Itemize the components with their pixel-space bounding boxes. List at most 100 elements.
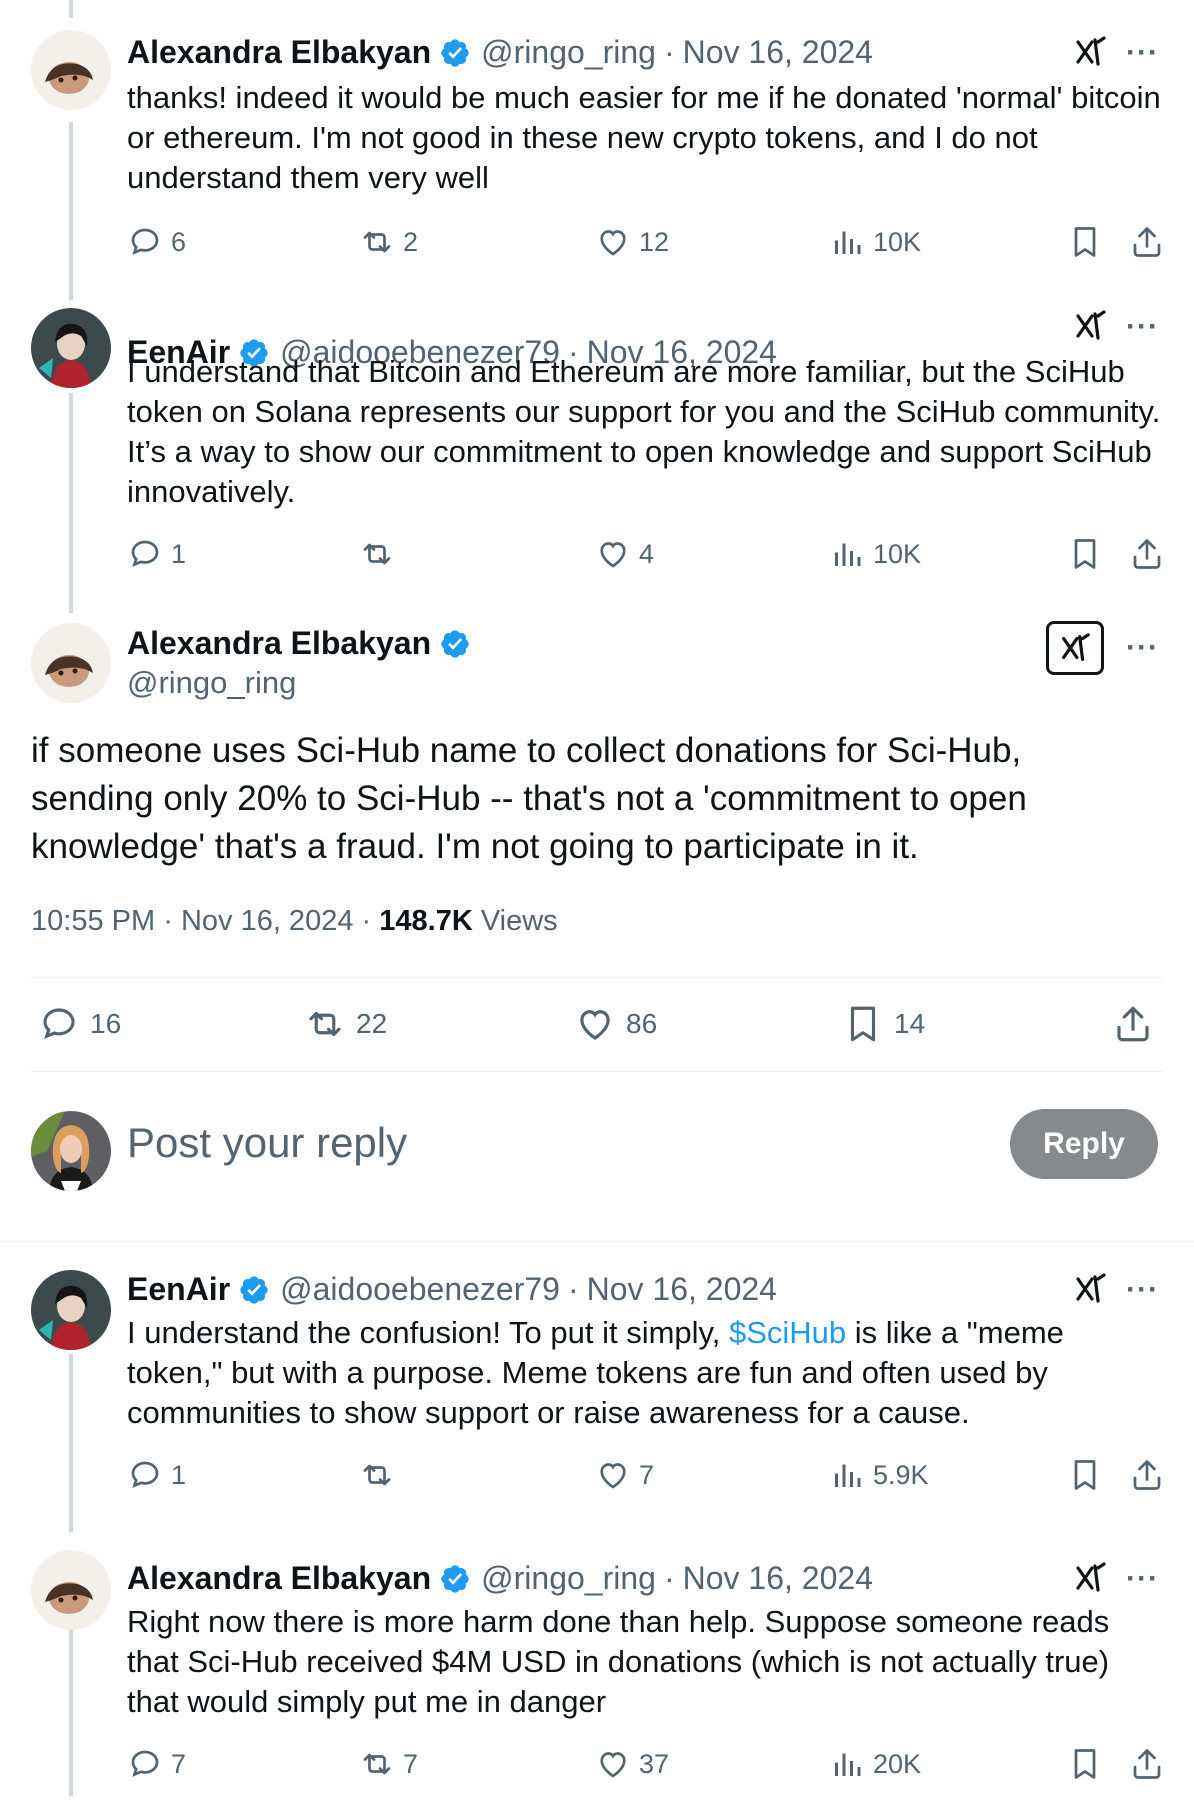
avatar[interactable]: [31, 30, 111, 110]
views-count: 10K: [873, 226, 922, 257]
grok-icon[interactable]: [1072, 34, 1108, 70]
like-action[interactable]: 86: [574, 1003, 657, 1045]
current-user-avatar[interactable]: [31, 1111, 111, 1191]
conversation-thread: Alexandra Elbakyan @ringo_ring · Nov 16,…: [0, 0, 1194, 1806]
views-count: 148.7K: [379, 905, 473, 937]
reply-button[interactable]: Reply: [1010, 1109, 1158, 1179]
author-handle[interactable]: @ringo_ring: [481, 1560, 656, 1597]
views-action[interactable]: 10K: [829, 224, 921, 260]
reply-action[interactable]: 16: [38, 1003, 121, 1045]
heart-icon: [600, 230, 626, 256]
reply-action[interactable]: 1: [127, 1457, 186, 1493]
reply-count: 7: [171, 1748, 187, 1779]
bookmark-action[interactable]: 14: [842, 1003, 925, 1045]
views-action[interactable]: 20K: [829, 1746, 921, 1782]
verified-badge-icon: [441, 38, 469, 67]
author-name[interactable]: Alexandra Elbakyan: [127, 625, 431, 662]
like-count: 37: [639, 1748, 670, 1779]
share-action[interactable]: [1129, 1746, 1173, 1782]
heart-icon: [580, 1010, 610, 1040]
views-count: 20K: [873, 1748, 922, 1779]
views-action[interactable]: 5.9K: [829, 1457, 929, 1493]
tweet-actions: 7 7 37 20K: [127, 1746, 1167, 1786]
retweet-count: 22: [356, 1008, 388, 1039]
tweet-date[interactable]: Nov 16, 2024: [587, 1271, 777, 1308]
grok-icon[interactable]: [1072, 1271, 1108, 1307]
views-count: 10K: [873, 538, 922, 569]
views-icon: [835, 1753, 861, 1776]
author-name[interactable]: Alexandra Elbakyan: [127, 1560, 431, 1597]
grok-icon[interactable]: [1072, 1560, 1108, 1596]
share-icon: [1133, 539, 1161, 569]
author-name[interactable]: EenAir: [127, 1271, 230, 1308]
more-options-icon[interactable]: ···: [1126, 36, 1159, 70]
tweet[interactable]: Alexandra Elbakyan @ringo_ring · Nov 16,…: [0, 0, 1194, 300]
reply-action[interactable]: 1: [127, 536, 186, 572]
retweet-action[interactable]: 22: [304, 1003, 387, 1045]
reply-count: 1: [171, 538, 187, 569]
retweet-count: 7: [403, 1748, 419, 1779]
reply-action[interactable]: 6: [127, 224, 186, 260]
separator: ·: [361, 905, 372, 937]
like-action[interactable]: 37: [595, 1746, 669, 1782]
like-action[interactable]: 12: [595, 224, 669, 260]
tweet-text: thanks! indeed it would be much easier f…: [127, 80, 1161, 195]
bookmark-action[interactable]: [1067, 536, 1111, 572]
author-name[interactable]: Alexandra Elbakyan: [127, 34, 431, 71]
reply-icon: [131, 228, 159, 255]
bookmark-icon: [1074, 1749, 1096, 1779]
reply-action[interactable]: 7: [127, 1746, 186, 1782]
more-options-icon[interactable]: ···: [1126, 1562, 1159, 1596]
author-handle[interactable]: @ringo_ring: [481, 34, 656, 71]
author-handle[interactable]: @ringo_ring: [127, 665, 296, 701]
heart-icon: [600, 542, 626, 568]
bookmark-action[interactable]: [1067, 224, 1111, 260]
avatar[interactable]: [31, 308, 111, 388]
grok-icon: [1062, 633, 1090, 661]
tweet-time[interactable]: 10:55 PM: [31, 905, 155, 937]
share-action[interactable]: [1129, 536, 1173, 572]
retweet-action[interactable]: [359, 536, 403, 572]
avatar[interactable]: [31, 1550, 111, 1630]
retweet-icon: [363, 1753, 391, 1775]
tweet-date[interactable]: Nov 16, 2024: [181, 905, 354, 937]
like-action[interactable]: 4: [595, 536, 654, 572]
divider: [31, 1071, 1163, 1072]
share-action[interactable]: [1129, 224, 1173, 260]
tweet[interactable]: EenAir @aidooebenezer79 · Nov 16, 2024 ·…: [0, 300, 1194, 613]
separator: ·: [663, 34, 675, 70]
retweet-action[interactable]: 2: [359, 224, 418, 260]
more-options-icon[interactable]: ···: [1126, 631, 1159, 665]
cashtag-link[interactable]: $SciHub: [729, 1315, 846, 1350]
tweet-header: Alexandra Elbakyan @ringo_ring · Nov 16,…: [127, 34, 873, 71]
tweet-date[interactable]: Nov 16, 2024: [683, 1560, 873, 1597]
avatar[interactable]: [31, 1270, 111, 1350]
share-action[interactable]: [1129, 1457, 1173, 1493]
reply-input[interactable]: Post your reply: [127, 1119, 407, 1167]
share-icon: [1133, 1460, 1161, 1490]
retweet-icon: [363, 231, 391, 253]
more-options-icon[interactable]: ···: [1126, 1273, 1159, 1307]
tweet[interactable]: Alexandra Elbakyan @ringo_ring · Nov 16,…: [0, 1532, 1194, 1806]
share-icon: [1133, 1749, 1161, 1779]
share-action[interactable]: [1112, 1003, 1164, 1045]
grok-icon[interactable]: [1072, 308, 1108, 344]
bookmark-action[interactable]: [1067, 1746, 1111, 1782]
bookmark-action[interactable]: [1067, 1457, 1111, 1493]
retweet-action[interactable]: 7: [359, 1746, 418, 1782]
bookmark-icon: [850, 1006, 876, 1042]
views-action[interactable]: 10K: [829, 536, 921, 572]
like-action[interactable]: 7: [595, 1457, 654, 1493]
tweet[interactable]: EenAir @aidooebenezer79 · Nov 16, 2024 ·…: [0, 1243, 1194, 1543]
tweet-text: if someone uses Sci-Hub name to collect …: [31, 731, 1027, 866]
tweet-header: Alexandra Elbakyan @ringo_ring · Nov 16,…: [127, 1560, 873, 1597]
retweet-action[interactable]: [359, 1457, 403, 1493]
avatar[interactable]: [31, 623, 111, 703]
more-options-icon[interactable]: ···: [1126, 310, 1159, 344]
author-handle[interactable]: @aidooebenezer79: [280, 1271, 560, 1308]
tweet-date[interactable]: Nov 16, 2024: [683, 34, 873, 71]
reply-count: 6: [171, 226, 187, 257]
grok-button[interactable]: [1046, 621, 1104, 675]
bookmark-count: 14: [894, 1008, 926, 1039]
bookmark-icon: [1074, 539, 1096, 569]
